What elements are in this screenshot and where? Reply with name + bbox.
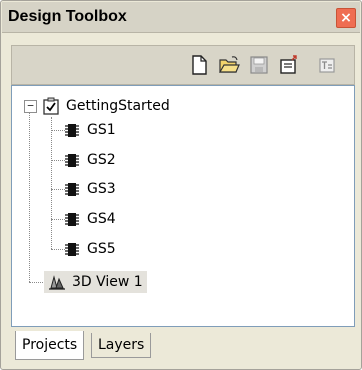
tab-projects[interactable]: Projects	[15, 331, 85, 360]
chip-icon	[63, 180, 81, 198]
tree-node-label: GettingStarted	[66, 98, 170, 114]
save-button[interactable]	[248, 54, 270, 76]
chip-icon	[63, 240, 81, 258]
tree-node-gs3[interactable]: GS3	[63, 178, 116, 200]
project-tree[interactable]: − GettingStarted GS1 GS2 GS3 GS4 GS5 3D …	[11, 85, 355, 327]
new-document-button[interactable]	[188, 54, 210, 76]
export-icon	[280, 55, 297, 74]
tab-layers[interactable]: Layers	[91, 333, 152, 358]
tree-node-label: GS3	[87, 181, 116, 197]
open-folder-icon	[218, 56, 240, 73]
new-document-icon	[192, 55, 207, 75]
export-button[interactable]	[278, 54, 300, 76]
tree-node-label: GS2	[87, 152, 116, 168]
save-disk-icon	[250, 56, 268, 74]
tree-node-gs2[interactable]: GS2	[63, 149, 116, 171]
tree-connector	[51, 117, 52, 249]
tree-node-gs5[interactable]: GS5	[63, 238, 116, 260]
open-folder-button[interactable]	[218, 54, 240, 76]
chip-icon	[63, 210, 81, 228]
chip-icon	[63, 151, 81, 169]
text-edit-button[interactable]	[316, 54, 338, 76]
tree-node-3d-view[interactable]: 3D View 1	[44, 271, 147, 293]
tree-node-label: GS1	[87, 122, 116, 138]
tree-node-gs4[interactable]: GS4	[63, 208, 116, 230]
design-toolbox-panel: Design Toolbox × − GettingStarted GS1 GS…	[0, 0, 362, 370]
checkbox-clipboard-icon[interactable]	[42, 97, 60, 115]
tree-connector	[29, 111, 30, 282]
tree-node-gettingstarted[interactable]: GettingStarted	[42, 95, 170, 117]
close-icon: ×	[340, 10, 352, 26]
chip-icon	[63, 121, 81, 139]
toolbar	[11, 45, 355, 85]
tree-node-gs1[interactable]: GS1	[63, 119, 116, 141]
tab-strip: Projects Layers	[11, 325, 353, 367]
close-button[interactable]: ×	[336, 8, 356, 28]
3d-view-icon	[48, 273, 66, 291]
tree-node-label: 3D View 1	[72, 274, 143, 290]
collapse-toggle[interactable]: −	[24, 100, 37, 113]
panel-title: Design Toolbox	[8, 8, 127, 25]
tree-node-label: GS4	[87, 211, 116, 227]
text-edit-icon	[319, 58, 335, 73]
tree-node-label: GS5	[87, 241, 116, 257]
title-bar[interactable]: Design Toolbox ×	[2, 2, 360, 33]
